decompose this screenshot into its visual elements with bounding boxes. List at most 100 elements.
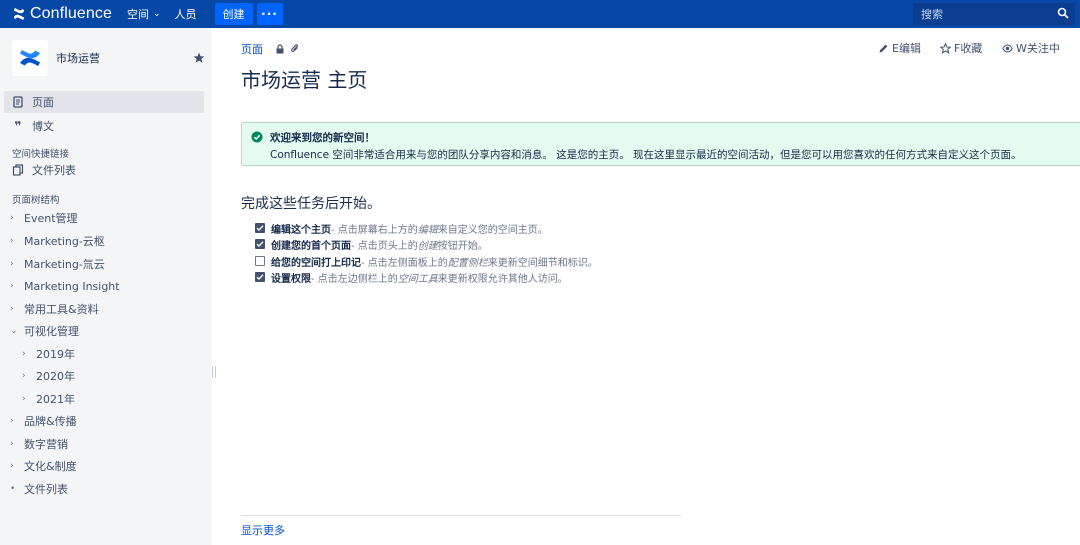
edit-label: E编辑 <box>892 42 921 55</box>
chevron-right-icon[interactable]: › <box>22 349 32 359</box>
tree-item-digital-marketing[interactable]: › 数字营销 <box>10 434 68 454</box>
tree-item-visual-management[interactable]: ⌄ 可视化管理 <box>10 321 79 341</box>
nav-spaces-label: 空间 <box>126 8 149 21</box>
tree-item-2021[interactable]: › 2021年 <box>22 389 75 409</box>
tree-item-file-list[interactable]: • 文件列表 <box>10 479 68 499</box>
task-checkbox-checked[interactable] <box>255 223 265 233</box>
quote-icon: ❞ <box>14 119 22 133</box>
task-title: 创建您的首个页面 <box>271 240 351 252</box>
tree-item-tools[interactable]: › 常用工具&资料 <box>10 299 99 319</box>
shortcut-label: 文件列表 <box>32 164 76 177</box>
chevron-right-icon[interactable]: › <box>22 394 32 404</box>
lock-icon[interactable] <box>275 44 285 54</box>
tree-item-label: Marketing Insight <box>24 279 120 293</box>
tree-item-label: 数字营销 <box>24 438 68 451</box>
chevron-right-icon[interactable]: › <box>10 439 20 449</box>
sidebar-shortcut-file-list[interactable]: 文件列表 <box>4 159 204 181</box>
task-checkbox-checked[interactable] <box>255 272 265 282</box>
sidebar-item-blog[interactable]: ❞ 博文 <box>4 115 204 137</box>
check-icon <box>256 274 264 280</box>
task-desc-tail: 来自定义您的空间主页。 <box>437 224 548 236</box>
space-name[interactable]: 市场运营 <box>56 50 193 66</box>
welcome-message-panel: 欢迎来到您的新空间！ Confluence 空间非常适合用来与您的团队分享内容和… <box>241 122 1080 166</box>
search-input[interactable] <box>921 7 1051 21</box>
eye-icon <box>1002 43 1013 53</box>
more-button[interactable]: ··· <box>256 3 283 25</box>
task-title: 给您的空间打上印记 <box>271 257 361 269</box>
content-divider <box>241 515 681 516</box>
tree-item-2020[interactable]: › 2020年 <box>22 366 75 386</box>
tree-item-marketing-insight[interactable]: › Marketing Insight <box>10 276 120 296</box>
check-icon <box>256 241 264 247</box>
watch-action[interactable]: W关注中 <box>1002 40 1060 56</box>
chevron-right-icon[interactable]: › <box>10 213 20 223</box>
tree-item-label: 2019年 <box>36 348 75 361</box>
breadcrumb: 页面 <box>241 41 300 57</box>
task-item-create-page: 创建您的首个页面 - 点击页头上的 创建 按钮开始。 <box>255 237 488 252</box>
favorite-label: F收藏 <box>954 42 983 55</box>
chevron-right-icon[interactable]: › <box>10 416 20 426</box>
bullet-icon: • <box>10 484 16 494</box>
search-box[interactable] <box>913 3 1075 25</box>
tree-item-label: 2020年 <box>36 370 75 383</box>
tree-item-label: 可视化管理 <box>24 325 79 338</box>
sidebar-item-label: 博文 <box>32 120 54 133</box>
task-desc-emphasis: 空间工具 <box>397 273 438 285</box>
tree-item-label: 文件列表 <box>24 483 68 496</box>
tree-item-marketing-chuanyun[interactable]: › Marketing-氚云 <box>10 254 105 274</box>
nav-people-label: 人员 <box>174 8 197 21</box>
sidebar-resize-handle[interactable] <box>212 366 216 378</box>
task-checkbox-unchecked[interactable] <box>255 256 265 266</box>
tree-item-marketing-yunshu[interactable]: › Marketing-云枢 <box>10 231 105 251</box>
chevron-right-icon[interactable]: › <box>10 236 20 246</box>
page-tree-heading: 页面树结构 <box>12 195 60 206</box>
chevron-right-icon[interactable]: › <box>22 371 32 381</box>
chevron-right-icon[interactable]: › <box>10 281 20 291</box>
breadcrumb-pages-link[interactable]: 页面 <box>241 41 263 57</box>
welcome-title: 欢迎来到您的新空间！ <box>270 132 375 144</box>
nav-people[interactable]: 人员 <box>175 6 197 22</box>
tree-item-event[interactable]: › Event管理 <box>10 208 78 228</box>
show-more-link[interactable]: 显示更多 <box>241 522 285 538</box>
search-icon[interactable] <box>1057 7 1069 19</box>
task-desc: - 点击页头上的 <box>351 240 418 252</box>
pencil-icon <box>879 44 888 52</box>
chevron-right-icon[interactable]: › <box>10 259 20 269</box>
nav-spaces[interactable]: 空间 ⌄ <box>127 6 161 22</box>
attachment-icon[interactable] <box>290 44 300 54</box>
confluence-space-icon <box>20 50 40 66</box>
shortcuts-heading: 空间快捷链接 <box>12 149 70 160</box>
tree-item-2019[interactable]: › 2019年 <box>22 344 75 364</box>
brand-name: Confluence <box>30 5 112 22</box>
check-icon <box>256 225 264 231</box>
task-desc-emphasis: 编辑 <box>417 224 438 236</box>
space-avatar[interactable] <box>12 40 48 76</box>
sidebar-item-label: 页面 <box>32 96 54 109</box>
page-icon <box>13 96 23 108</box>
copy-icon <box>12 164 24 176</box>
sidebar-item-pages[interactable]: 页面 <box>4 91 204 113</box>
create-button[interactable]: 创建 <box>214 3 253 25</box>
tree-item-culture[interactable]: › 文化&制度 <box>10 456 77 476</box>
task-item-brand-space: 给您的空间打上印记 - 点击左侧面板上的 配置侧栏 来更新空间细节和标识。 <box>255 254 598 269</box>
confluence-logo[interactable]: Confluence <box>12 0 112 28</box>
tree-item-label: 常用工具&资料 <box>24 303 99 316</box>
edit-action[interactable]: E编辑 <box>878 40 921 56</box>
tree-item-label: Event管理 <box>24 212 78 225</box>
chevron-right-icon[interactable]: › <box>10 304 20 314</box>
task-desc-tail: 按钮开始。 <box>437 240 488 252</box>
page-title: 市场运营 主页 <box>241 68 368 92</box>
space-header[interactable]: 市场运营 <box>12 40 207 76</box>
tree-item-label: 2021年 <box>36 393 75 406</box>
task-checkbox-checked[interactable] <box>255 239 265 249</box>
task-desc-tail: 来更新权限允许其他人访问。 <box>437 273 568 285</box>
chevron-down-icon[interactable]: ⌄ <box>10 326 20 336</box>
tree-item-brand[interactable]: › 品牌&传播 <box>10 411 77 431</box>
task-desc: - 点击左侧面板上的 <box>361 257 448 269</box>
favorite-action[interactable]: F收藏 <box>940 40 982 56</box>
confluence-logo-icon <box>13 8 25 20</box>
star-icon[interactable] <box>193 52 205 64</box>
star-outline-icon <box>940 42 951 54</box>
chevron-right-icon[interactable]: › <box>10 461 20 471</box>
task-item-edit-home: 编辑这个主页 - 点击屏幕右上方的 编辑 来自定义您的空间主页。 <box>255 221 548 236</box>
